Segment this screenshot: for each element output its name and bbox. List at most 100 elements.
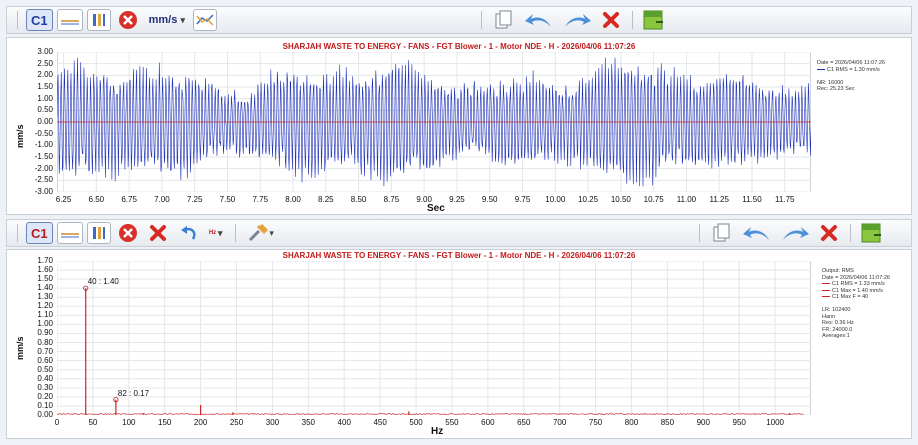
spectrum-panel: SHARJAH WASTE TO ENERGY - FANS - FGT Blo…	[6, 249, 912, 439]
spectrum-x-label: Hz	[431, 426, 444, 437]
trend-icon[interactable]	[192, 9, 217, 31]
x-tick-label: 11.50	[742, 195, 762, 204]
close-circle-icon[interactable]	[115, 222, 141, 244]
y-tick-label: 1.10	[37, 310, 53, 320]
channel-button[interactable]: C1	[26, 9, 53, 31]
channel-button[interactable]: C1	[26, 222, 53, 244]
legend-entry: C1 RMS = 1.30 mm/s	[817, 67, 885, 74]
x-tick-label: 850	[660, 418, 675, 427]
y-tick-label: 0.40	[37, 373, 53, 383]
x-tick-label: 500	[409, 418, 423, 427]
spectrum-title: SHARJAH WASTE TO ENERGY - FANS - FGT Blo…	[282, 251, 636, 260]
x-tick-label: 650	[517, 418, 531, 427]
toolbar-separator	[850, 224, 851, 242]
copy-icon[interactable]	[490, 9, 518, 31]
legend-entry: Rec: 25.23 Sec	[817, 86, 855, 92]
y-tick-label: 2.50	[37, 58, 53, 68]
y-tick-label: 0.70	[37, 346, 53, 356]
unit-select[interactable]: mm/s ▾	[145, 9, 189, 31]
undo-icon[interactable]	[740, 222, 774, 244]
rotate-back-icon[interactable]	[175, 222, 201, 244]
spectrum-legend: Output: RMS Date = 2026/04/06 11:07:26 C1 …	[822, 268, 890, 340]
waveform-title: SHARJAH WASTE TO ENERGY - FANS - FGT Blo…	[282, 42, 636, 51]
chevron-down-icon: ▾	[217, 227, 223, 238]
x-tick-label: 400	[337, 418, 351, 427]
delete-icon[interactable]	[598, 9, 624, 31]
x-tick-label: 200	[193, 418, 208, 427]
y-tick-label: 0.60	[37, 355, 53, 365]
x-tick-label: 9.50	[481, 195, 498, 204]
x-tick-label: 450	[373, 418, 387, 427]
x-tick-label: 750	[588, 418, 603, 427]
y-tick-label: 1.30	[37, 292, 53, 302]
toolbar-grip	[481, 11, 482, 29]
toolbar-grip	[17, 224, 18, 242]
y-tick-label: 1.20	[37, 301, 53, 311]
x-tick-label: 550	[445, 418, 459, 427]
x-tick-label: 9.25	[449, 195, 465, 204]
spectrum-plot[interactable]	[57, 261, 811, 415]
x-tick-label: 7.25	[186, 195, 203, 204]
waveform-legend: Date = 2026/04/06 11:07:26 C1 RMS = 1.30 …	[817, 60, 885, 93]
export-icon[interactable]	[641, 9, 667, 31]
delete-icon[interactable]	[816, 222, 842, 244]
y-tick-label: 3.00	[37, 47, 53, 56]
y-tick-label: 0.80	[37, 337, 53, 347]
toolbar-separator	[632, 11, 633, 29]
x-tick-label: 250	[229, 418, 244, 427]
y-tick-label: 0.90	[37, 328, 53, 338]
waveform-x-label: Sec	[427, 203, 445, 214]
x-tick-label: 950	[732, 418, 746, 427]
x-tick-label: 9.75	[514, 195, 531, 204]
legend-swatch	[817, 68, 825, 70]
peak-annotation: 40 : 1.40	[87, 277, 119, 287]
undo-icon[interactable]	[522, 9, 556, 31]
toolbar-grip	[699, 224, 700, 242]
legend-swatch	[822, 283, 830, 285]
x-tick-label: 100	[122, 418, 136, 427]
x-tick-label: 7.75	[252, 195, 269, 204]
spectrum-toolbar: C1 Hz ▾ ▾	[6, 219, 912, 247]
copy-icon[interactable]	[708, 222, 736, 244]
x-tick-label: 11.75	[775, 195, 795, 204]
x-tick-label: 700	[552, 418, 567, 427]
x-tick-label: 800	[624, 418, 639, 427]
x-tick-label: 150	[158, 418, 172, 427]
x-tick-label: 8.75	[383, 195, 400, 204]
close-circle-icon[interactable]	[115, 9, 141, 31]
unit-select[interactable]: Hz ▾	[205, 222, 227, 244]
redo-icon[interactable]	[560, 9, 594, 31]
export-icon[interactable]	[859, 222, 885, 244]
y-tick-label: 0.00	[37, 410, 53, 419]
peak-annotation: 82 : 0.17	[117, 388, 150, 398]
y-tick-label: -2.00	[34, 163, 53, 173]
x-tick-label: 350	[301, 418, 316, 427]
x-tick-label: 300	[265, 418, 280, 427]
x-tick-label: 10.50	[610, 195, 631, 204]
waveform-plot[interactable]	[57, 52, 811, 192]
y-tick-label: 0.10	[37, 400, 53, 410]
x-tick-label: 8.50	[350, 195, 367, 204]
cursor-icon[interactable]	[56, 9, 83, 31]
x-tick-label: 1000	[766, 418, 784, 427]
toolbar-separator	[234, 224, 236, 242]
y-tick-label: 0.50	[37, 105, 53, 115]
y-tick-label: 0.50	[37, 364, 53, 374]
x-tick-label: 11.00	[676, 195, 697, 204]
x-tick-label: 0	[54, 418, 60, 427]
chevron-down-icon: ▾	[269, 227, 274, 238]
x-tick-label: 10.75	[643, 195, 664, 204]
columns-icon[interactable]	[86, 9, 111, 31]
tools-icon[interactable]: ▾	[244, 222, 278, 244]
redo-icon[interactable]	[778, 222, 812, 244]
y-tick-label: -1.00	[34, 140, 53, 150]
plot-area	[57, 261, 811, 415]
legend-entry: Averages:1	[822, 333, 850, 339]
cursor-icon[interactable]	[56, 222, 83, 244]
waveform-panel: SHARJAH WASTE TO ENERGY - FANS - FGT Blo…	[6, 37, 912, 215]
x-tick-label: 6.25	[55, 195, 72, 204]
columns-icon[interactable]	[86, 222, 111, 244]
delete-icon[interactable]	[145, 222, 171, 244]
x-tick-label: 8.00	[285, 195, 301, 204]
waveform-toolbar: C1 mm/s ▾	[6, 6, 912, 34]
